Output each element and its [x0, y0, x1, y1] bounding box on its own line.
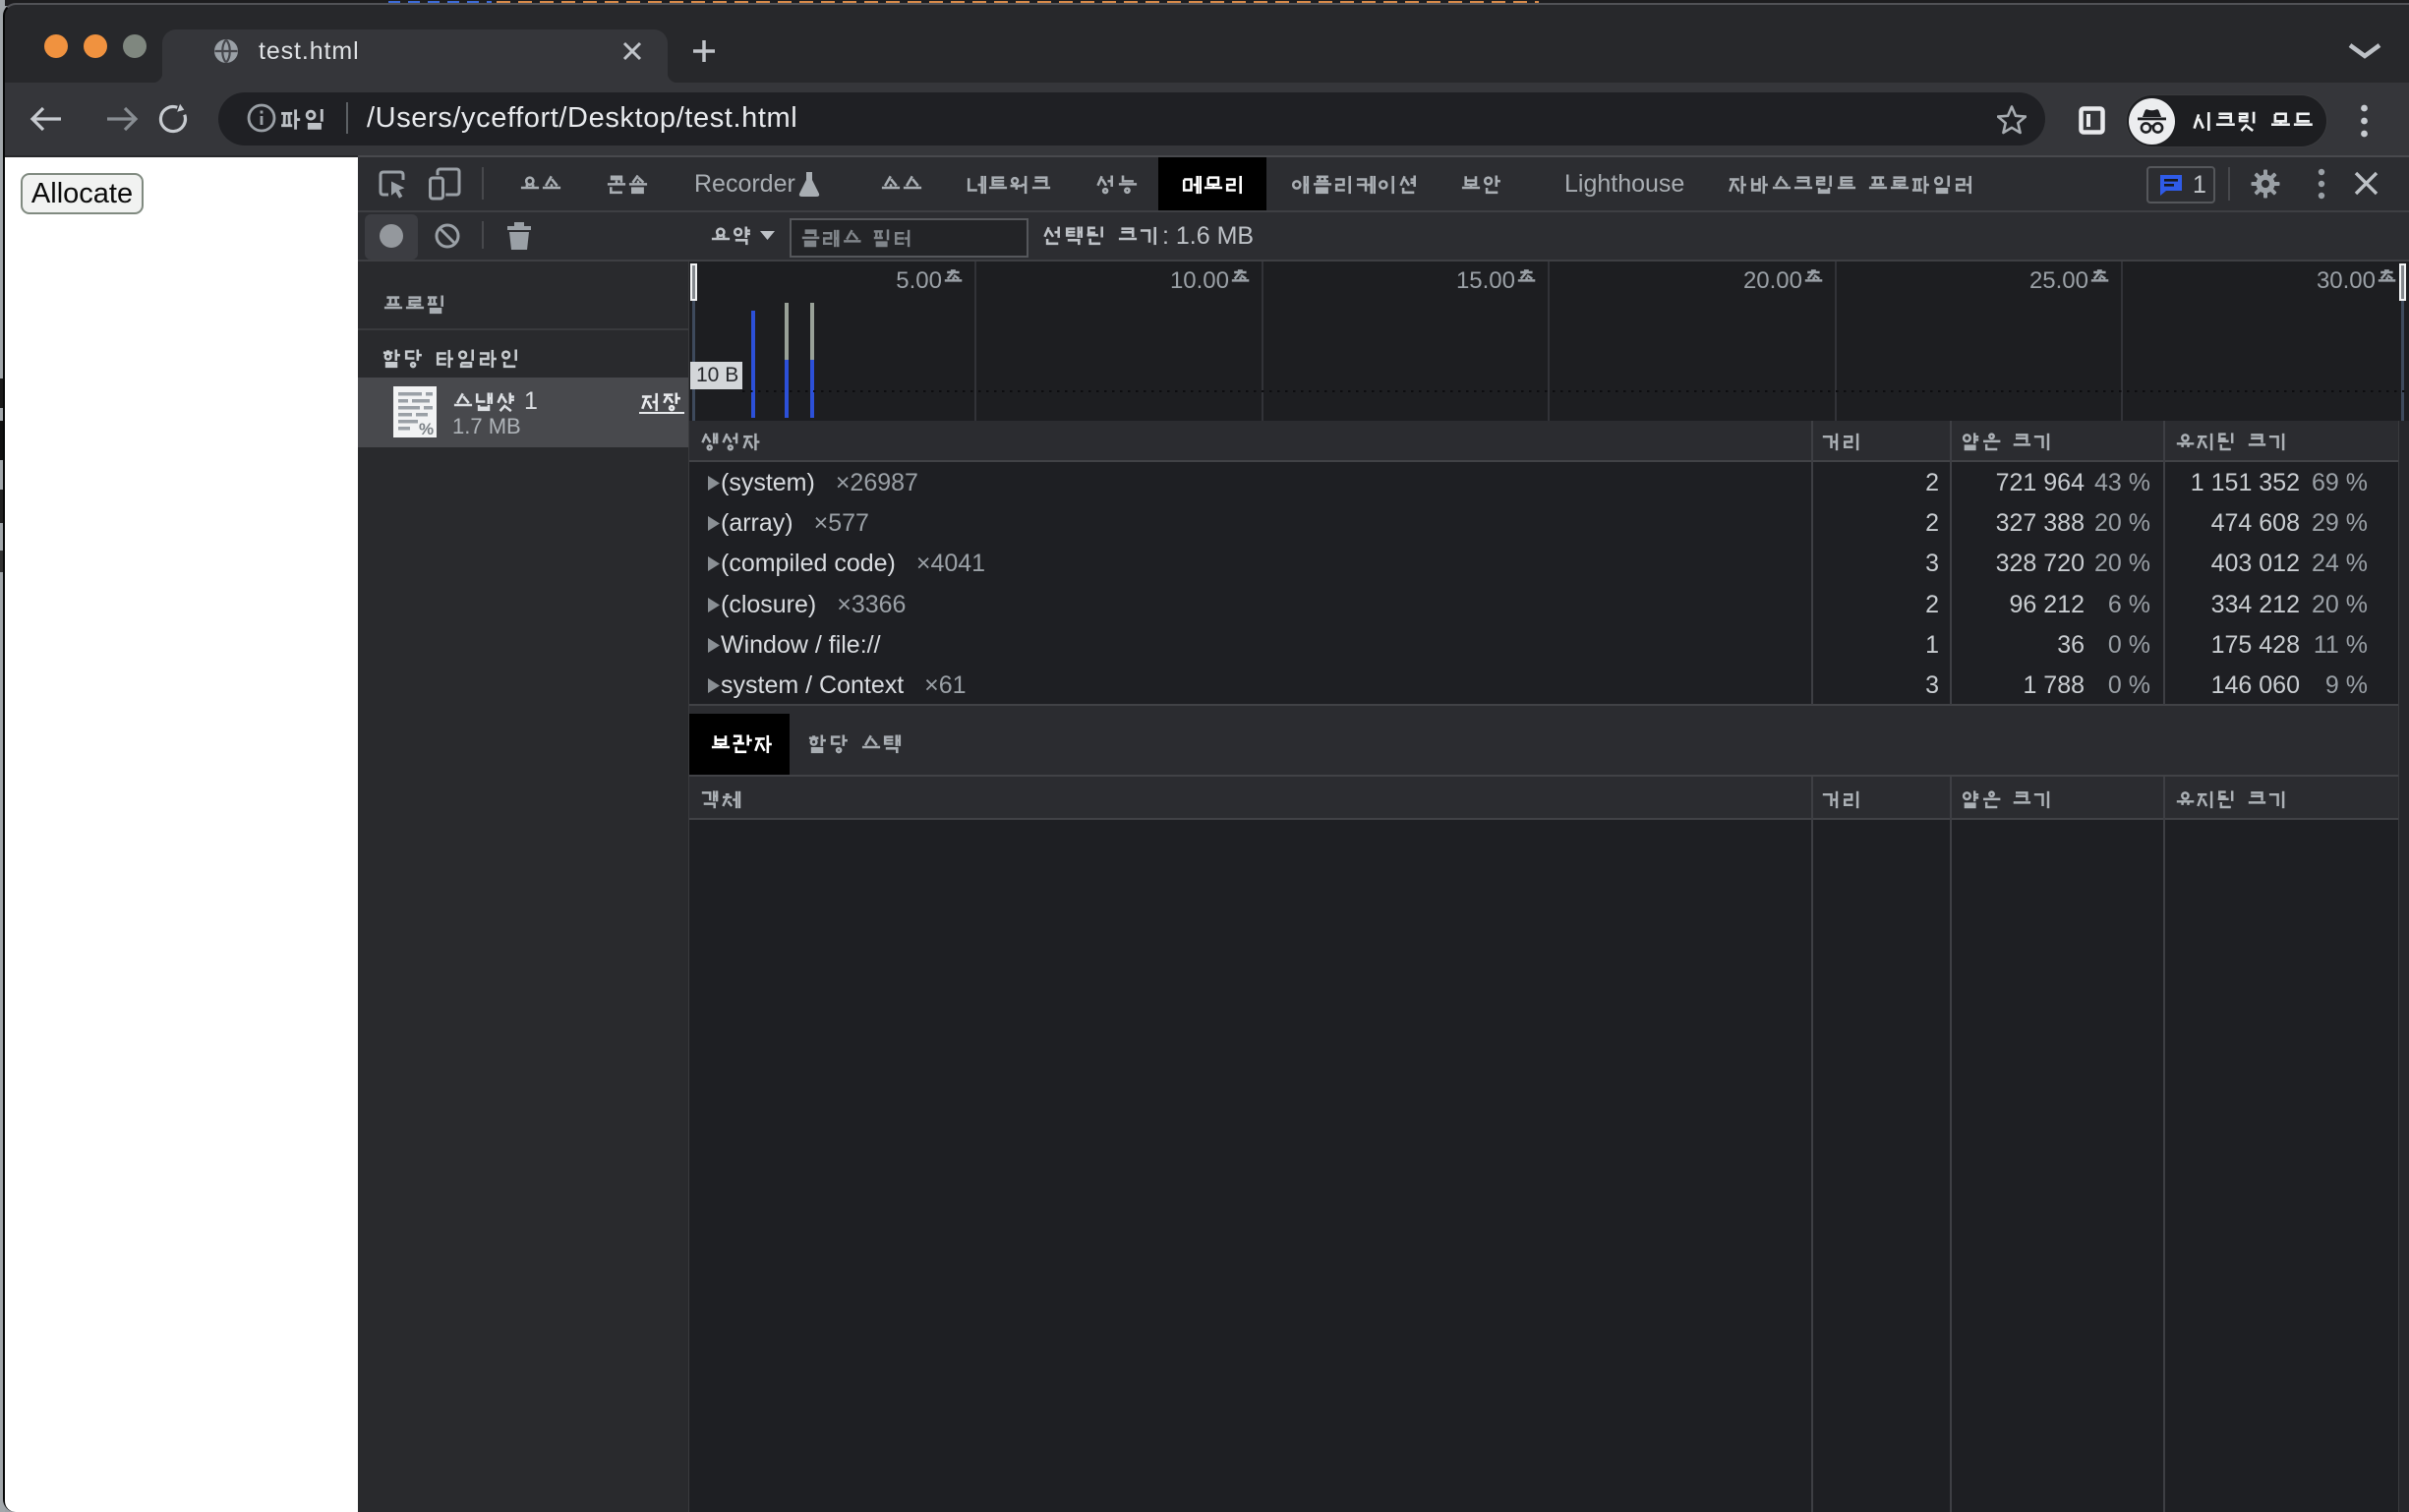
svg-text:%: % — [419, 420, 434, 437]
